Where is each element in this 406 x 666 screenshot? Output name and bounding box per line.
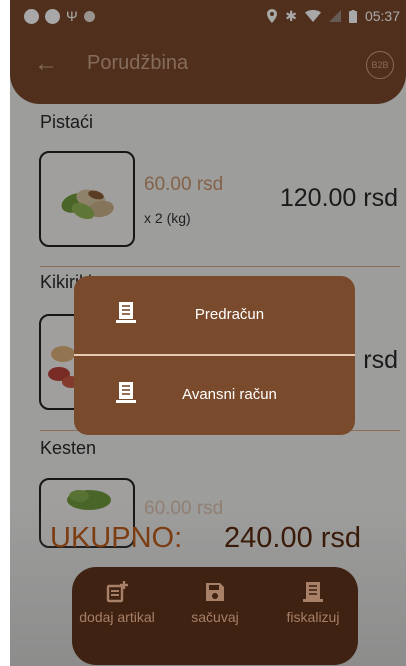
save-icon <box>206 583 224 601</box>
save-button[interactable]: sačuvaj <box>170 581 260 625</box>
total-value: 240.00 rsd <box>224 522 362 554</box>
fiscalize-button[interactable]: fiskalizuj <box>268 581 358 625</box>
total-label: UKUPNO: <box>50 522 183 554</box>
receipt-icon <box>303 582 323 602</box>
add-item-button[interactable]: dodaj artikal <box>72 581 162 625</box>
menu-item-avansni-racun[interactable]: Avansni račun <box>74 356 355 434</box>
menu-item-label: Avansni račun <box>182 386 277 403</box>
add-note-icon <box>106 581 128 603</box>
add-item-label: dodaj artikal <box>79 609 155 625</box>
fiscalize-label: fiskalizuj <box>286 609 340 625</box>
document-type-menu: Predračun Avansni račun <box>74 276 355 435</box>
order-screen: Ψ ✱ 05:37 ← Porudžbina B2B Pistaći 60.00… <box>10 0 406 666</box>
save-label: sačuvaj <box>191 609 239 625</box>
menu-item-predracun[interactable]: Predračun <box>74 276 355 354</box>
bottom-toolbar: dodaj artikal sačuvaj fiskalizuj <box>72 567 358 665</box>
menu-item-label: Predračun <box>194 306 265 323</box>
